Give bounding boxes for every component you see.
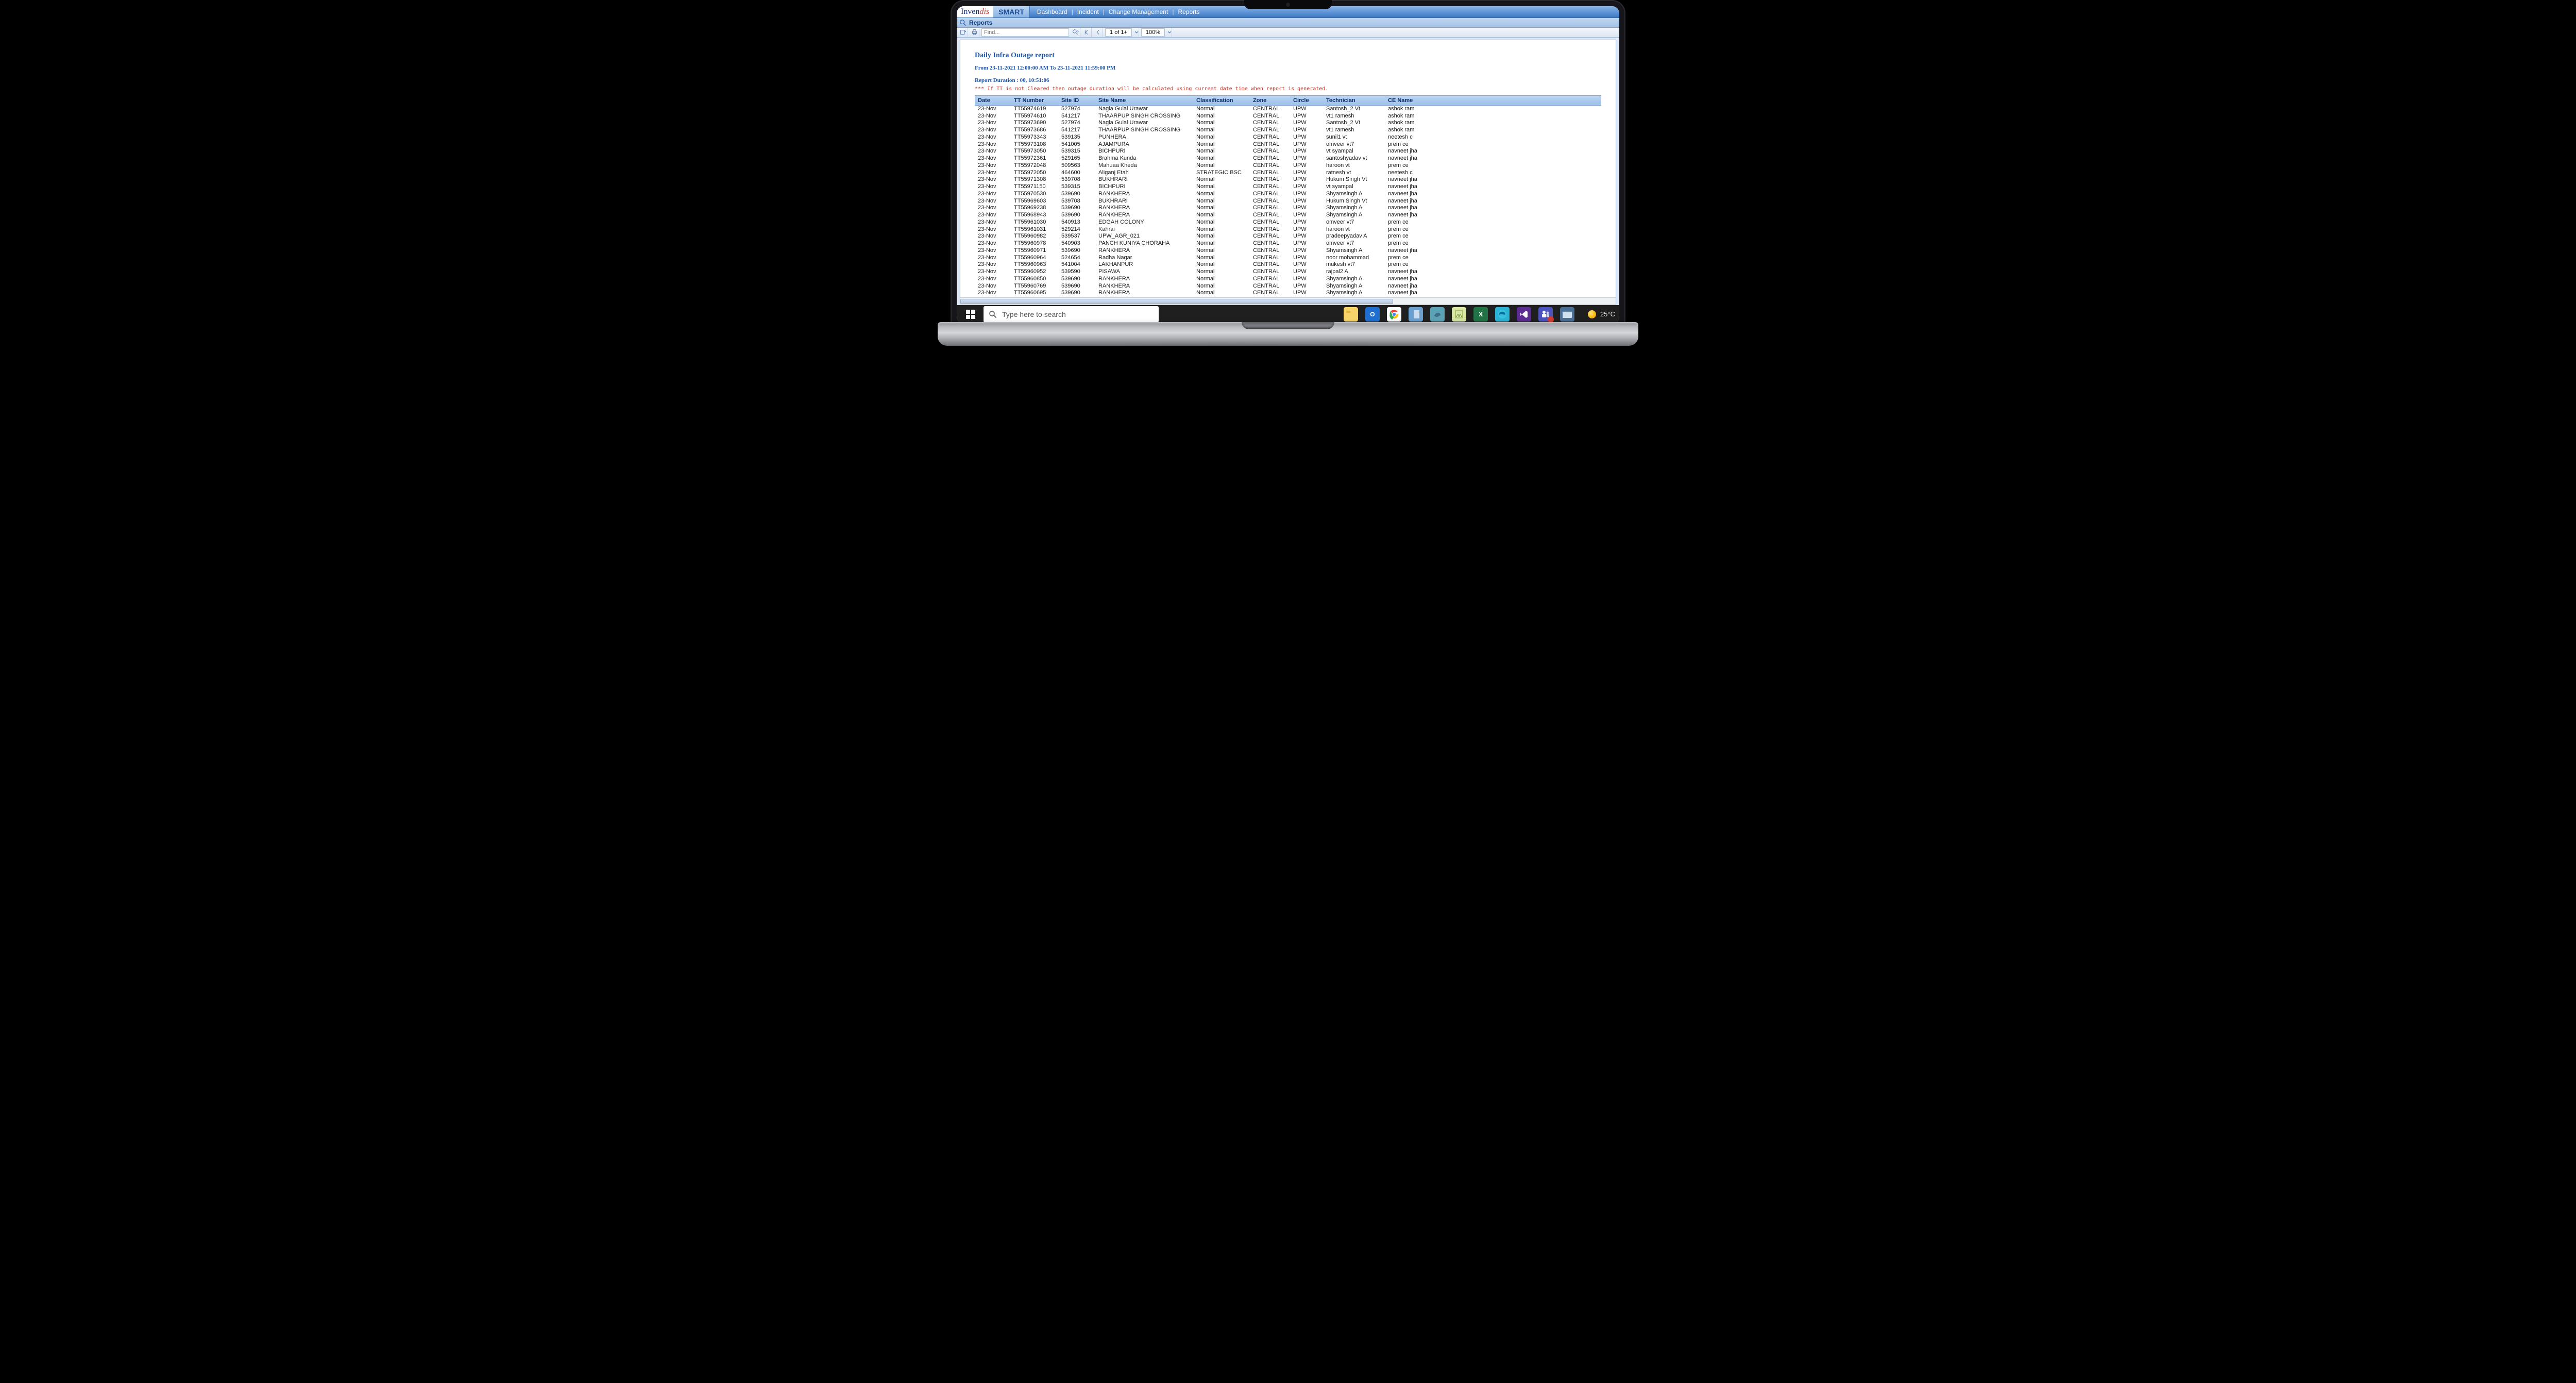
table-row[interactable]: 23-NovTT55973686541217THAARPUP SINGH CRO… — [975, 127, 1601, 134]
breadcrumb-bar: Reports — [957, 18, 1619, 28]
table-row[interactable]: 23-NovTT55960964524654Radha NagarNormalC… — [975, 255, 1601, 262]
prev-page-icon[interactable] — [1094, 28, 1103, 37]
table-header-row: Date TT Number Site ID Site Name Classif… — [975, 95, 1601, 105]
generic-app-icon[interactable] — [1560, 307, 1574, 322]
menu-incident[interactable]: Incident — [1075, 8, 1101, 15]
brand-sublabel: SMART — [993, 6, 1030, 18]
brand-logo: Invendis — [957, 6, 993, 18]
report-duration: Report Duration : 00, 10:51:06 — [975, 77, 1601, 83]
taskbar-apps: O X — [1344, 307, 1574, 322]
search-icon[interactable] — [959, 19, 967, 27]
scrollbar-thumb[interactable] — [960, 299, 1393, 304]
dolphin-icon[interactable] — [1430, 307, 1445, 322]
table-row[interactable]: 23-NovTT55969603539708BUKHRARINormalCENT… — [975, 198, 1601, 205]
table-row[interactable]: 23-NovTT55973108541005AJAMPURANormalCENT… — [975, 141, 1601, 148]
taskbar-search-placeholder: Type here to search — [1002, 310, 1066, 318]
report-title: Daily Infra Outage report — [975, 52, 1601, 60]
table-row[interactable]: 23-NovTT55973343539135PUNHERANormalCENTR… — [975, 134, 1601, 141]
table-row[interactable]: 23-NovTT55960952539590PISAWANormalCENTRA… — [975, 268, 1601, 276]
report-viewer-toolbar — [957, 28, 1619, 38]
col-technician: Technician — [1323, 95, 1385, 105]
breadcrumb-label: Reports — [969, 19, 992, 26]
edge-icon[interactable] — [1495, 307, 1510, 322]
menubar-items: Dashboard| Incident| Change Management| … — [1030, 8, 1202, 15]
table-row[interactable]: 23-NovTT55971150539315BICHPURINormalCENT… — [975, 183, 1601, 191]
table-row[interactable]: 23-NovTT55970530539690RANKHERANormalCENT… — [975, 191, 1601, 198]
table-row[interactable]: 23-NovTT55974619527974Nagla Gulal Urawar… — [975, 105, 1601, 112]
table-row[interactable]: 23-NovTT55960850539690RANKHERANormalCENT… — [975, 276, 1601, 283]
start-button[interactable] — [961, 306, 980, 323]
laptop-frame: Invendis SMART Dashboard| Incident| Chan… — [951, 0, 1625, 387]
brand-suffix: dis — [979, 8, 989, 16]
report-viewport: Daily Infra Outage report From 23-11-202… — [957, 38, 1619, 305]
report-table: Date TT Number Site ID Site Name Classif… — [975, 95, 1601, 305]
page-indicator[interactable] — [1105, 28, 1132, 37]
table-row[interactable]: 23-NovTT55972048509563Mahuaa KhedaNormal… — [975, 162, 1601, 170]
find-next-icon[interactable] — [1071, 28, 1080, 37]
notebook-icon[interactable] — [1409, 307, 1423, 322]
weather-temp: 25°C — [1600, 310, 1615, 318]
first-page-icon[interactable] — [1082, 28, 1092, 37]
table-row[interactable]: 23-NovTT55961030540913EDGAH COLONYNormal… — [975, 219, 1601, 226]
teams-icon[interactable] — [1538, 307, 1553, 322]
table-row[interactable]: 23-NovTT55974610541217THAARPUP SINGH CRO… — [975, 113, 1601, 120]
table-row[interactable]: 23-NovTT55971308539708BUKHRARINormalCENT… — [975, 176, 1601, 183]
report-page: Daily Infra Outage report From 23-11-202… — [960, 40, 1616, 305]
find-input[interactable] — [981, 28, 1069, 37]
table-row[interactable]: 23-NovTT55960695539690RANKHERANormalCENT… — [975, 290, 1601, 297]
horizontal-scrollbar[interactable] — [960, 297, 1616, 305]
report-range: From 23-11-2021 12:00:00 AM To 23-11-202… — [975, 65, 1601, 71]
col-site-id: Site ID — [1058, 95, 1095, 105]
outlook-icon[interactable]: O — [1365, 307, 1380, 322]
weather-icon[interactable] — [1588, 310, 1596, 318]
camera-notch — [1244, 0, 1332, 9]
taskbar: Type here to search O — [957, 305, 1619, 324]
table-row[interactable]: 23-NovTT55968943539690RANKHERANormalCENT… — [975, 212, 1601, 219]
table-row[interactable]: 23-NovTT55960769539690RANKHERANormalCENT… — [975, 283, 1601, 290]
excel-icon[interactable]: X — [1473, 307, 1488, 322]
table-row[interactable]: 23-NovTT55961031529214KahraiNormalCENTRA… — [975, 226, 1601, 233]
col-zone: Zone — [1250, 95, 1290, 105]
taskbar-search[interactable]: Type here to search — [984, 306, 1159, 323]
visual-studio-icon[interactable] — [1517, 307, 1531, 322]
search-icon — [989, 310, 997, 318]
table-row[interactable]: 23-NovTT55960963541004LAKHANPURNormalCEN… — [975, 261, 1601, 268]
table-row[interactable]: 23-NovTT55969238539690RANKHERANormalCENT… — [975, 205, 1601, 212]
table-row[interactable]: 23-NovTT55960982539537UPW_AGR_021NormalC… — [975, 233, 1601, 240]
report-note: *** If TT is not Cleared then outage dur… — [975, 86, 1601, 92]
page-dropdown-icon[interactable] — [1134, 28, 1139, 37]
table-row[interactable]: 23-NovTT55973050539315BICHPURINormalCENT… — [975, 148, 1601, 155]
chrome-icon[interactable] — [1387, 307, 1401, 322]
col-date: Date — [975, 95, 1011, 105]
zoom-indicator[interactable] — [1141, 28, 1165, 37]
table-row[interactable]: 23-NovTT55973690527974Nagla Gulal Urawar… — [975, 120, 1601, 127]
menu-change-management[interactable]: Change Management — [1107, 8, 1170, 15]
col-ce-name: CE Name — [1385, 95, 1601, 105]
col-classification: Classification — [1193, 95, 1250, 105]
zoom-dropdown-icon[interactable] — [1167, 28, 1172, 37]
file-explorer-icon[interactable] — [1344, 307, 1358, 322]
table-row[interactable]: 23-NovTT55960971539690RANKHERANormalCENT… — [975, 247, 1601, 255]
menu-dashboard[interactable]: Dashboard — [1035, 8, 1070, 15]
laptop-hinge — [938, 322, 1638, 346]
table-row[interactable]: 23-NovTT55960978540903PANCH KUNIYA CHORA… — [975, 240, 1601, 247]
export-icon[interactable] — [959, 28, 968, 37]
screen: Invendis SMART Dashboard| Incident| Chan… — [957, 6, 1619, 324]
col-site-name: Site Name — [1095, 95, 1193, 105]
app-window: Invendis SMART Dashboard| Incident| Chan… — [957, 6, 1619, 305]
table-row[interactable]: 23-NovTT55972361529165Brahma KundaNormal… — [975, 155, 1601, 162]
print-icon[interactable] — [970, 28, 979, 37]
brand-prefix: Inven — [961, 8, 979, 16]
notepadpp-icon[interactable] — [1452, 307, 1466, 322]
menu-reports[interactable]: Reports — [1176, 8, 1201, 15]
col-tt-number: TT Number — [1011, 95, 1058, 105]
col-circle: Circle — [1290, 95, 1323, 105]
table-row[interactable]: 23-NovTT55972050464600Aliganj EtahSTRATE… — [975, 170, 1601, 177]
taskbar-right: 25°C — [1588, 310, 1615, 318]
